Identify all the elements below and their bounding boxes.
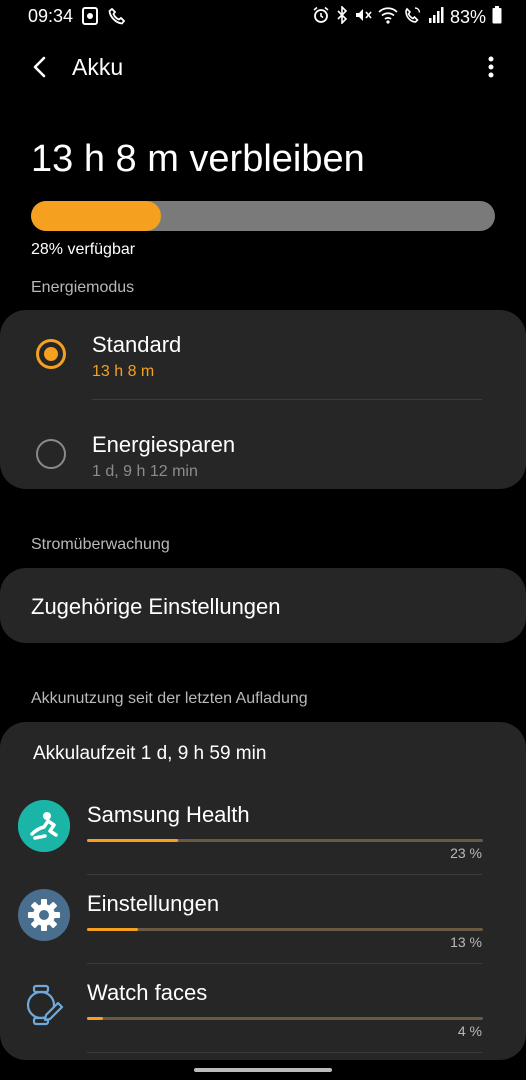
bluetooth-icon: [336, 5, 348, 29]
app-usage-fill: [87, 1017, 103, 1020]
samsung-health-icon: [18, 800, 70, 852]
wifi-call-icon: [404, 6, 422, 29]
app-usage-percent: 4 %: [457, 1023, 482, 1039]
app-usage-percent: 13 %: [450, 934, 482, 950]
mode-sub-energiesparen: 1 d, 9 h 12 min: [92, 463, 198, 480]
usage-section-label: Akkunutzung seit der letzten Aufladung: [31, 690, 308, 707]
app-usage-bar: [87, 1017, 483, 1020]
app-name: Einstellungen: [87, 891, 220, 916]
battery-level-fill: [31, 201, 161, 231]
status-bar: 09:34 83%: [0, 0, 526, 34]
app-name: Samsung Health: [87, 802, 250, 827]
app-usage-fill: [87, 839, 179, 842]
mode-title-standard: Standard: [92, 332, 182, 357]
mode-title-energiesparen: Energiesparen: [92, 432, 236, 457]
app-bar: Akku: [0, 44, 526, 94]
power-mode-energiesparen[interactable]: Energiesparen 1 d, 9 h 12 min: [0, 400, 526, 488]
more-vert-icon[interactable]: [486, 54, 496, 80]
battery-level-bar: [31, 201, 495, 231]
battery-percent: 83%: [449, 7, 486, 27]
app-usage-bar: [87, 928, 483, 931]
home-indicator[interactable]: [194, 1068, 332, 1072]
battery-icon: [492, 6, 502, 29]
back-arrow-icon[interactable]: [28, 54, 54, 80]
app-row-divider: [87, 1052, 482, 1053]
app-row-watch-faces[interactable]: Watch faces 4 %: [0, 964, 526, 1053]
power-mode-standard[interactable]: Standard 13 h 8 m: [0, 310, 526, 398]
wifi-icon: [378, 6, 398, 29]
watch-face-icon: [18, 978, 70, 1030]
monitoring-section-label: Stromüberwachung: [31, 536, 170, 553]
mode-sub-standard: 13 h 8 m: [92, 363, 155, 380]
app-name: Watch faces: [87, 980, 208, 1005]
radio-energiesparen[interactable]: [36, 439, 66, 469]
power-mode-section-label: Energiemodus: [31, 279, 135, 296]
app-usage-fill: [87, 928, 139, 931]
page-title: Akku: [72, 54, 124, 80]
settings-gear-icon: [18, 889, 70, 941]
app-row-einstellungen[interactable]: Einstellungen 13 %: [0, 875, 526, 964]
mute-icon: [354, 6, 372, 29]
alarm-icon: [312, 6, 330, 29]
related-settings-card[interactable]: Zugehörige Einstellungen: [0, 568, 526, 643]
app-usage-bar: [87, 839, 483, 842]
battery-available-text: 28% verfügbar: [31, 241, 136, 258]
status-time: 09:34: [28, 6, 74, 26]
uptime-text: Akkulaufzeit 1 d, 9 h 59 min: [33, 743, 267, 764]
signal-icon: [428, 6, 444, 29]
radio-standard[interactable]: [36, 339, 66, 369]
app-usage-percent: 23 %: [450, 845, 482, 861]
related-settings-label: Zugehörige Einstellungen: [31, 594, 281, 619]
screenshot-icon: [82, 7, 98, 30]
app-row-samsung-health[interactable]: Samsung Health 23 %: [0, 786, 526, 875]
usage-card: Akkulaufzeit 1 d, 9 h 59 min Samsung Hea…: [0, 722, 526, 1060]
call-icon: [108, 7, 126, 30]
remaining-time-headline: 13 h 8 m verbleiben: [31, 138, 365, 180]
power-mode-card: Standard 13 h 8 m Energiesparen 1 d, 9 h…: [0, 310, 526, 489]
